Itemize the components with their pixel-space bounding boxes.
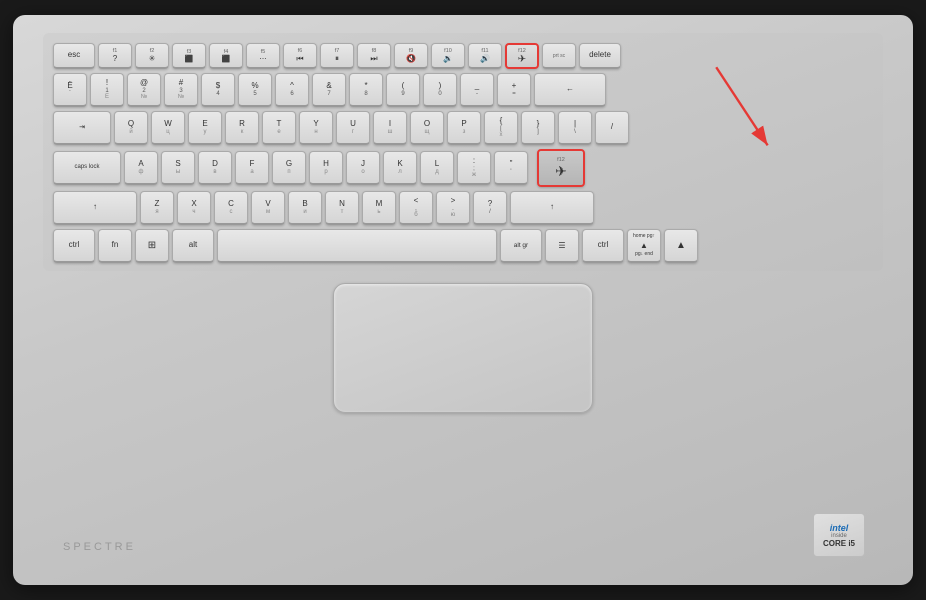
key-w[interactable]: Wц [151,111,185,145]
touchpad[interactable] [333,283,593,413]
key-x[interactable]: Xч [177,191,211,225]
key-1[interactable]: !1Е [90,73,124,107]
key-f12-small-highlight[interactable]: f12✈ [505,43,539,69]
key-h[interactable]: Hр [309,151,343,185]
key-j[interactable]: Jо [346,151,380,185]
key-ctrl-left[interactable]: ctrl [53,229,95,263]
key-rbracket[interactable]: }] [521,111,555,145]
key-delete[interactable]: delete [579,43,621,69]
key-f12-large[interactable]: f12 ✈ [537,149,585,187]
key-y[interactable]: Yн [299,111,333,145]
key-f2[interactable]: f2✳ [135,43,169,69]
intel-badge: intel inside CORE i5 [813,513,865,557]
key-f6[interactable]: f6⏮ [283,43,317,69]
key-l[interactable]: Lд [420,151,454,185]
bottom-key-row: ctrl fn ⊞ alt alt gr ☰ ctrl home pg↑ ▲ p… [53,229,873,263]
key-win[interactable]: ⊞ [135,229,169,263]
key-f3[interactable]: f3⬛ [172,43,206,69]
key-b[interactable]: Bи [288,191,322,225]
key-f11[interactable]: f11🔊 [468,43,502,69]
key-8[interactable]: *8 [349,73,383,107]
key-q[interactable]: Qй [114,111,148,145]
key-6[interactable]: ^6 [275,73,309,107]
intel-core-text: CORE i5 [823,539,855,548]
key-f4[interactable]: f4⬛ [209,43,243,69]
key-nav-cluster[interactable]: home pg↑ ▲ pg↓ end [627,229,661,263]
key-slash-extra[interactable]: / [595,111,629,145]
key-shift-left[interactable]: ↑ [53,191,137,225]
key-space[interactable] [217,229,497,263]
key-f9[interactable]: f9🔇 [394,43,428,69]
key-9[interactable]: (9 [386,73,420,107]
keyboard-rows: esc f1? f2✳ f3⬛ f4⬛ f5⋯ f6⏮ f7⏸ f8⏭ f9🔇 … [53,43,873,263]
key-m[interactable]: Mь [362,191,396,225]
key-f10[interactable]: f10🔉 [431,43,465,69]
key-v[interactable]: Vм [251,191,285,225]
shift-key-row: ↑ Zя Xч Cс Vм Bи Nт Mь <,б >.ю ?/ ↑ [53,191,873,225]
fn-key-row: esc f1? f2✳ f3⬛ f4⬛ f5⋯ f6⏮ f7⏸ f8⏭ f9🔇 … [53,43,873,69]
key-shift-right[interactable]: ↑ [510,191,594,225]
key-comma[interactable]: <,б [399,191,433,225]
key-g[interactable]: Gп [272,151,306,185]
key-4[interactable]: $4 [201,73,235,107]
qwerty-key-row: ⇥ Qй Wц Eу Rк Tе Yн Uг Iш Oщ Pз {[х }] |… [53,111,873,145]
key-esc[interactable]: esc [53,43,95,69]
key-minus[interactable]: _- [460,73,494,107]
key-f7[interactable]: f7⏸ [320,43,354,69]
key-tab[interactable]: ⇥ [53,111,111,145]
intel-brand-text: intel [830,523,849,533]
key-fn[interactable]: fn [98,229,132,263]
key-period[interactable]: >.ю [436,191,470,225]
key-0[interactable]: )0 [423,73,457,107]
touchpad-area [43,283,883,413]
key-n[interactable]: Nт [325,191,359,225]
key-r[interactable]: Rк [225,111,259,145]
key-f5[interactable]: f5⋯ [246,43,280,69]
key-d[interactable]: Dв [198,151,232,185]
key-u[interactable]: Uг [336,111,370,145]
brand-spectre-label: SPECTRE [63,541,136,553]
home-key-row: caps lock Aф Sы Dв Fа Gп Hр Jо Kл Lд :;ж… [53,149,873,187]
key-f8[interactable]: f8⏭ [357,43,391,69]
key-o[interactable]: Oщ [410,111,444,145]
key-arrow-up[interactable]: ▲ [664,229,698,263]
key-5[interactable]: %5 [238,73,272,107]
key-f[interactable]: Fа [235,151,269,185]
key-f1[interactable]: f1? [98,43,132,69]
key-p[interactable]: Pз [447,111,481,145]
key-capslock[interactable]: caps lock [53,151,121,185]
key-i[interactable]: Iш [373,111,407,145]
key-lbracket[interactable]: {[х [484,111,518,145]
key-backspace[interactable]: ← [534,73,606,107]
key-z[interactable]: Zя [140,191,174,225]
key-a[interactable]: Aф [124,151,158,185]
key-alt-gr[interactable]: alt gr [500,229,542,263]
key-alt-left[interactable]: alt [172,229,214,263]
laptop-body: esc f1? f2✳ f3⬛ f4⬛ f5⋯ f6⏮ f7⏸ f8⏭ f9🔇 … [13,15,913,585]
key-ctrl-right[interactable]: ctrl [582,229,624,263]
key-7[interactable]: &7 [312,73,346,107]
key-c[interactable]: Cс [214,191,248,225]
key-quote[interactable]: "' [494,151,528,185]
key-backtick[interactable]: Ё` [53,73,87,107]
key-backslash[interactable]: |\ [558,111,592,145]
key-3[interactable]: #3№ [164,73,198,107]
number-key-row: Ё` !1Е @2№ #3№ $4 %5 ^6 &7 *8 (9 )0 _- +… [53,73,873,107]
key-e[interactable]: Eу [188,111,222,145]
key-s[interactable]: Sы [161,151,195,185]
key-semicolon[interactable]: :;ж [457,151,491,185]
key-t[interactable]: Tе [262,111,296,145]
key-fwdslash[interactable]: ?/ [473,191,507,225]
key-2[interactable]: @2№ [127,73,161,107]
key-prtsc[interactable]: prt sc [542,43,576,69]
key-equal[interactable]: += [497,73,531,107]
key-menu[interactable]: ☰ [545,229,579,263]
keyboard-area: esc f1? f2✳ f3⬛ f4⬛ f5⋯ f6⏮ f7⏸ f8⏭ f9🔇 … [43,33,883,271]
key-k[interactable]: Kл [383,151,417,185]
